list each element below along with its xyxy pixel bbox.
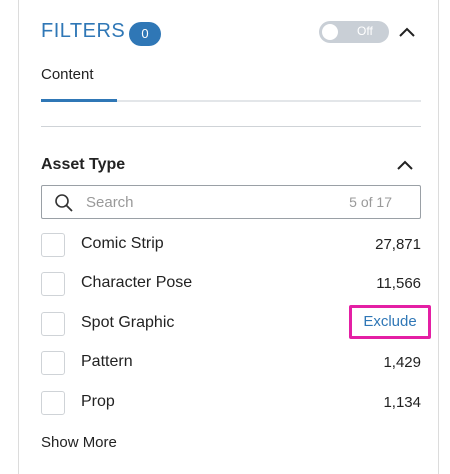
list-item-comic-strip[interactable]: Comic Strip 27,871: [41, 230, 423, 260]
search-box: 5 of 17: [41, 185, 421, 219]
toggle-label: Off: [357, 24, 373, 38]
tab-active-indicator: [41, 99, 117, 102]
list-item-pattern[interactable]: Pattern 1,429: [41, 348, 423, 378]
item-count: 1,134: [383, 394, 421, 411]
section-title: Asset Type: [41, 156, 126, 173]
list-item-character-pose[interactable]: Character Pose 11,566: [41, 269, 423, 299]
item-label: Prop: [81, 393, 115, 410]
chevron-up-icon[interactable]: [397, 23, 417, 43]
filters-count-badge: 0: [129, 22, 161, 46]
chevron-up-icon[interactable]: [395, 156, 415, 176]
item-count: 27,871: [375, 236, 421, 253]
checkbox[interactable]: [41, 351, 65, 375]
search-result-count: 5 of 17: [349, 194, 392, 210]
item-label: Character Pose: [81, 274, 193, 291]
tab-content[interactable]: Content: [41, 66, 94, 83]
search-input[interactable]: [86, 187, 316, 217]
item-count: 11,566: [376, 275, 421, 292]
divider: [41, 126, 421, 127]
filters-header: FILTERS 0 Off: [41, 18, 421, 50]
exclude-button[interactable]: Exclude: [349, 305, 431, 339]
item-label: Comic Strip: [81, 235, 164, 252]
search-icon: [55, 194, 73, 212]
filters-toggle[interactable]: Off: [319, 21, 389, 43]
checkbox[interactable]: [41, 272, 65, 296]
checkbox[interactable]: [41, 391, 65, 415]
toggle-knob: [322, 24, 338, 40]
list-item-prop[interactable]: Prop 1,134: [41, 388, 423, 418]
show-more-link[interactable]: Show More: [41, 434, 117, 451]
checkbox[interactable]: [41, 312, 65, 336]
list-item-spot-graphic[interactable]: Spot Graphic Exclude: [41, 305, 431, 339]
item-label: Pattern: [81, 353, 133, 370]
filters-panel: FILTERS 0 Off Content Asset Type 5 of 17…: [18, 0, 439, 474]
checkbox[interactable]: [41, 233, 65, 257]
item-label: Spot Graphic: [81, 314, 175, 331]
item-count: 1,429: [383, 354, 421, 371]
filters-title: FILTERS: [41, 20, 126, 42]
